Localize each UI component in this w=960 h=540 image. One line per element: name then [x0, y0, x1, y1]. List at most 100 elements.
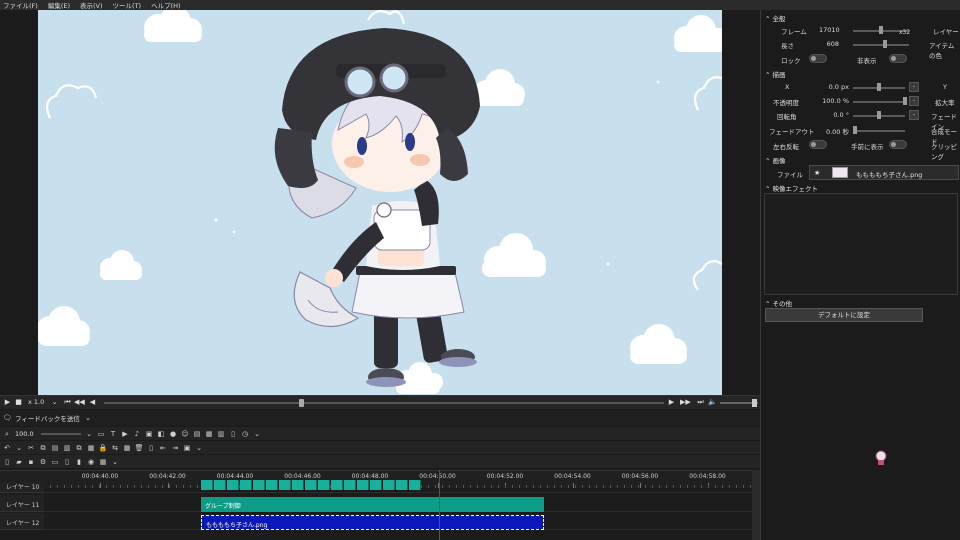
cut-icon[interactable]: ✂	[27, 444, 35, 452]
keyframe-clip[interactable]	[253, 480, 265, 490]
layer-label-10[interactable]: レイヤー 10	[0, 482, 44, 493]
frame-slider-handle[interactable]	[879, 26, 883, 34]
comment-icon[interactable]: ▭	[97, 430, 105, 438]
keyframe-clip[interactable]	[266, 480, 278, 490]
opacity-slider-handle[interactable]	[903, 97, 907, 105]
menu-help[interactable]: ヘルプ(H)	[151, 0, 180, 10]
keyframe-clip[interactable]	[331, 480, 343, 490]
zoom-value[interactable]: 100.0	[15, 430, 37, 438]
export-icon[interactable]: ▭	[51, 458, 59, 466]
length-slider[interactable]	[853, 44, 909, 46]
pages-icon[interactable]: ▮	[75, 458, 83, 466]
copy-icon[interactable]: ⧉	[39, 444, 47, 452]
music-icon[interactable]: ♪	[133, 430, 141, 438]
chevron-down-icon[interactable]: ⌄	[195, 444, 203, 452]
keyframe-clip[interactable]	[344, 480, 356, 490]
duplicate-icon[interactable]: ⧉	[75, 444, 83, 452]
x-menu-button[interactable]: -	[909, 82, 919, 92]
playhead[interactable]	[439, 470, 440, 540]
feedback-link[interactable]: フィードバックを送信	[15, 413, 80, 423]
flip-toggle[interactable]	[809, 140, 827, 149]
lock-toggle[interactable]	[809, 54, 827, 63]
x-slider-handle[interactable]	[877, 83, 881, 91]
keyframe-clip[interactable]	[292, 480, 304, 490]
step-forward-icon[interactable]: ▶	[667, 398, 676, 407]
next-frame-icon[interactable]: ▶▶	[680, 398, 691, 407]
section-other[interactable]: ⌃ その他	[765, 298, 792, 308]
face-icon[interactable]: ☺	[181, 430, 189, 438]
lock-icon[interactable]: 🔒	[99, 444, 108, 452]
image-clip[interactable]: ももももち子さん.png	[201, 515, 544, 530]
align-icon[interactable]: ⇤	[159, 444, 167, 452]
keyframe-clip[interactable]	[409, 480, 421, 490]
page-icon[interactable]: ▯	[63, 458, 71, 466]
trim-icon[interactable]: ▯	[147, 444, 155, 452]
skip-end-icon[interactable]: ⏭	[696, 398, 705, 407]
play-icon[interactable]: ▶	[3, 398, 12, 407]
text-icon[interactable]: T	[109, 430, 117, 438]
keyframe-clip[interactable]	[214, 480, 226, 490]
dropdown-icon[interactable]: ⌄	[84, 414, 92, 422]
layer-label-11[interactable]: レイヤー 11	[0, 495, 44, 512]
frame-value[interactable]: 17010	[819, 26, 840, 34]
keyframe-clip[interactable]	[383, 480, 395, 490]
seek-handle[interactable]	[299, 399, 304, 407]
image-icon[interactable]: ▣	[145, 430, 153, 438]
stop-icon[interactable]: ■	[14, 398, 23, 407]
hide-toggle[interactable]	[889, 54, 907, 63]
keyframe-clip[interactable]	[279, 480, 291, 490]
layer-label-12[interactable]: レイヤー 12	[0, 513, 44, 530]
page-icon[interactable]: ▯	[229, 430, 237, 438]
fadeout-slider-handle[interactable]	[853, 126, 857, 134]
shape-icon[interactable]: ◧	[157, 430, 165, 438]
menu-tools[interactable]: ツール(T)	[113, 0, 142, 10]
layer-lane-10[interactable]	[45, 480, 752, 493]
keyframe-clip[interactable]	[318, 480, 330, 490]
rotation-value[interactable]: 0.0 °	[819, 111, 849, 119]
paste-special-icon[interactable]: ▥	[63, 444, 71, 452]
opacity-value[interactable]: 100.0 %	[815, 97, 849, 105]
frame-multiplier[interactable]: x32	[899, 29, 910, 36]
rotation-slider-handle[interactable]	[877, 111, 881, 119]
rotation-menu-button[interactable]: -	[909, 110, 919, 120]
table-icon[interactable]: ▥	[217, 430, 225, 438]
effects-list[interactable]	[764, 193, 958, 295]
grid-icon[interactable]: ▦	[205, 430, 213, 438]
section-image[interactable]: ⌃ 画像	[765, 155, 786, 165]
volume-handle[interactable]	[752, 399, 757, 407]
section-draw[interactable]: ⌃ 描画	[765, 69, 786, 79]
menu-view[interactable]: 表示(V)	[80, 0, 103, 10]
save-icon[interactable]: ▪	[27, 458, 35, 466]
keyframe-clips[interactable]	[201, 480, 425, 490]
align-end-icon[interactable]: ⇥	[171, 444, 179, 452]
zoom-slider[interactable]	[41, 432, 81, 435]
keyframe-clip[interactable]	[240, 480, 252, 490]
camera-icon[interactable]: ◉	[87, 458, 95, 466]
move-icon[interactable]: ⇆	[111, 444, 119, 452]
file-selector[interactable]: ★ ももももち子さん.png	[809, 165, 959, 180]
timeline-scrollbar[interactable]	[752, 470, 760, 540]
section-general[interactable]: ⌃ 全般	[765, 13, 786, 23]
settings-icon[interactable]: ⚙	[39, 458, 47, 466]
layer-lane-11[interactable]: グループ制御	[45, 495, 752, 512]
keyframe-clip[interactable]	[357, 480, 369, 490]
star-icon[interactable]: ★	[814, 169, 820, 177]
playback-speed[interactable]: x 1.0	[28, 398, 44, 406]
layout-icon[interactable]: ▦	[123, 444, 131, 452]
chevron-down-icon[interactable]: ⌄	[85, 430, 93, 438]
filter-icon[interactable]: ▤	[193, 430, 201, 438]
snap-icon[interactable]: ▣	[183, 444, 191, 452]
zoom-icon[interactable]: ⌕	[3, 430, 11, 438]
chevron-down-icon[interactable]: ⌄	[50, 398, 59, 407]
group-control-clip[interactable]: グループ制御	[201, 497, 544, 512]
paste-icon[interactable]: ▤	[51, 444, 59, 452]
fadeout-slider[interactable]	[853, 130, 905, 132]
menu-edit[interactable]: 編集(E)	[48, 0, 70, 10]
skip-start-icon[interactable]: ⏮	[63, 398, 72, 407]
video-icon[interactable]: ▶	[121, 430, 129, 438]
keyframe-clip[interactable]	[370, 480, 382, 490]
keyframe-clip[interactable]	[201, 480, 213, 490]
split-icon[interactable]: ▦	[87, 444, 95, 452]
user-icon[interactable]: ●	[169, 430, 177, 438]
keyframe-clip[interactable]	[305, 480, 317, 490]
